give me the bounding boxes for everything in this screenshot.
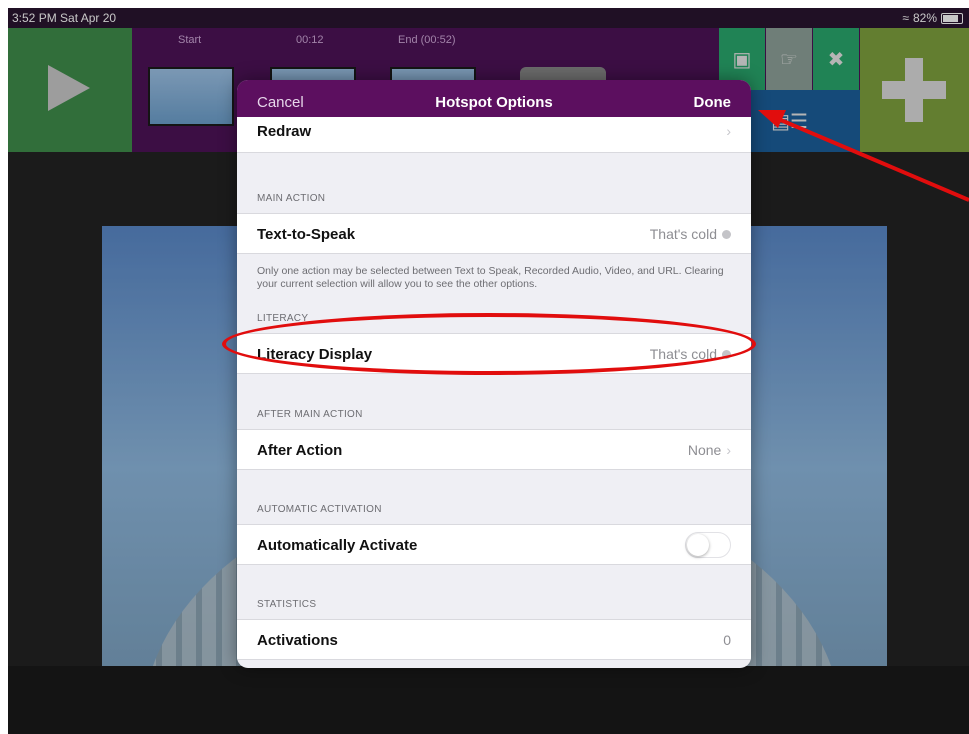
after-action-label: After Action: [257, 442, 343, 459]
after-action-row[interactable]: After Action None ›: [237, 429, 751, 470]
text-to-speak-label: Text-to-Speak: [257, 226, 356, 243]
annotation-ellipse: [222, 313, 756, 375]
done-button[interactable]: Done: [694, 94, 732, 111]
activations-row: Activations 0: [237, 619, 751, 660]
automatically-activate-label: Automatically Activate: [257, 537, 418, 554]
after-action-value-wrap: None ›: [688, 442, 731, 458]
text-to-speak-value: That's cold: [649, 226, 717, 242]
chevron-right-icon: ›: [726, 442, 731, 458]
redraw-row[interactable]: Redraw ›: [237, 117, 751, 153]
automatically-activate-row: Automatically Activate: [237, 524, 751, 565]
text-to-speak-row[interactable]: Text-to-Speak That's cold: [237, 213, 751, 254]
text-to-speak-value-wrap: That's cold: [650, 226, 731, 242]
toggle-knob: [687, 534, 709, 556]
section-header-automatic-activation: AUTOMATIC ACTIVATION: [257, 504, 382, 515]
main-action-note: Only one action may be selected between …: [257, 265, 724, 290]
section-header-main-action: MAIN ACTION: [257, 193, 326, 204]
activations-label: Activations: [257, 632, 338, 649]
activations-value: 0: [723, 632, 731, 648]
after-action-value: None: [687, 442, 722, 458]
section-header-after-main-action: AFTER MAIN ACTION: [257, 409, 363, 420]
automatically-activate-toggle[interactable]: [685, 532, 731, 558]
dialog-title: Hotspot Options: [435, 94, 553, 111]
dialog-content: Redraw › MAIN ACTION Text-to-Speak That'…: [237, 117, 751, 668]
redraw-label: Redraw: [257, 123, 312, 140]
clear-icon[interactable]: [722, 229, 731, 239]
section-header-statistics: STATISTICS: [257, 599, 317, 610]
chevron-right-icon: ›: [726, 123, 731, 139]
